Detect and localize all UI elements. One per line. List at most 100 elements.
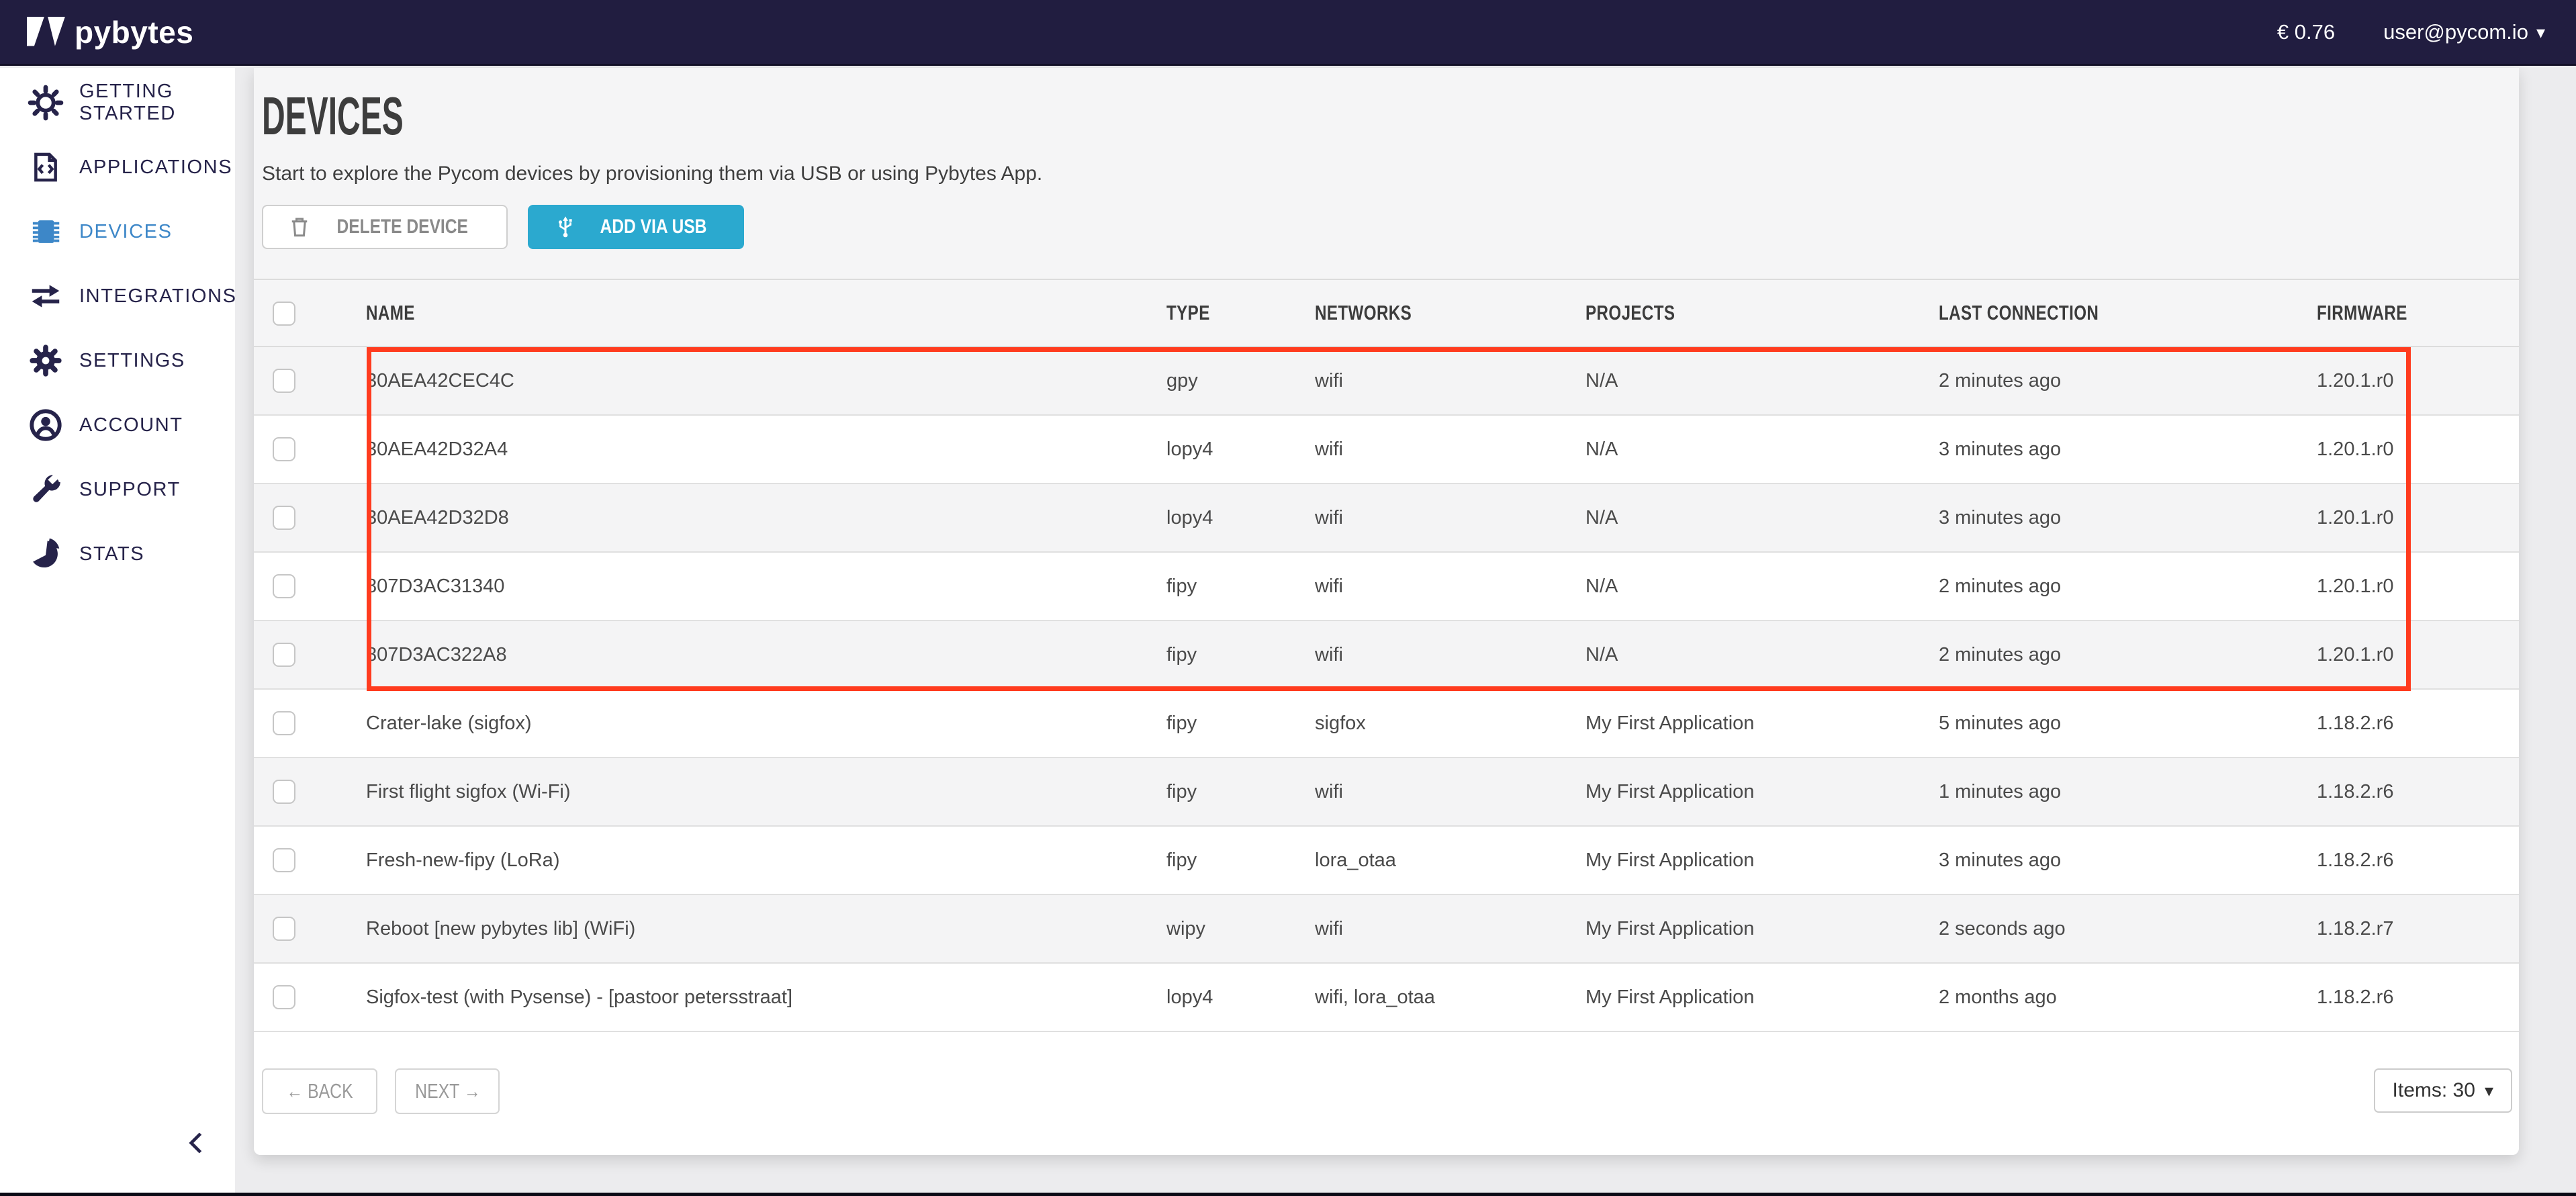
column-header-last-connection: LAST CONNECTION: [1939, 279, 2317, 347]
sidebar-collapse-button[interactable]: [173, 1119, 220, 1166]
user-menu[interactable]: user@pycom.io ▾: [2383, 20, 2545, 44]
cell-device-name: 807D3AC31340: [366, 552, 1166, 620]
logo-text: pybytes: [75, 14, 193, 50]
user-email: user@pycom.io: [2383, 20, 2528, 44]
items-per-page-dropdown[interactable]: Items: 30 ▾: [2374, 1068, 2512, 1113]
user-icon: [27, 406, 64, 444]
sidebar-item-label: INTEGRATIONS: [79, 285, 237, 308]
sidebar-item-settings[interactable]: SETTINGS: [0, 328, 235, 393]
cell-device-last-connection: 3 minutes ago: [1939, 826, 2317, 894]
sidebar-item-label: APPLICATIONS: [79, 156, 232, 179]
cell-device-firmware: 1.20.1.r0: [2317, 552, 2519, 620]
row-checkbox[interactable]: [273, 437, 295, 461]
device-row[interactable]: 807D3AC322A8 fipy wifi N/A 2 minutes ago…: [254, 620, 2519, 689]
cell-device-networks: wifi: [1315, 757, 1585, 826]
row-checkbox[interactable]: [273, 848, 295, 872]
cell-device-networks: wifi: [1315, 347, 1585, 415]
cell-device-type: fipy: [1166, 552, 1315, 620]
chip-icon: [27, 213, 64, 250]
cell-device-firmware: 1.18.2.r6: [2317, 826, 2519, 894]
cell-device-projects: N/A: [1585, 620, 1939, 689]
cell-device-projects: N/A: [1585, 484, 1939, 552]
sidebar-item-stats[interactable]: STATS: [0, 522, 235, 586]
device-row[interactable]: Sigfox-test (with Pysense) - [pastoor pe…: [254, 963, 2519, 1031]
column-header-type: TYPE: [1166, 279, 1315, 347]
cell-device-type: lopy4: [1166, 484, 1315, 552]
cell-device-networks: wifi: [1315, 415, 1585, 484]
row-checkbox[interactable]: [273, 369, 295, 393]
column-header-projects: PROJECTS: [1585, 279, 1939, 347]
cell-device-firmware: 1.20.1.r0: [2317, 484, 2519, 552]
devices-table: NAME TYPE NETWORKS PROJECTS LAST CONNECT…: [254, 279, 2519, 1032]
cell-device-type: gpy: [1166, 347, 1315, 415]
device-row[interactable]: Crater-lake (sigfox) fipy sigfox My Firs…: [254, 689, 2519, 757]
sun-icon: [27, 84, 64, 122]
cell-device-projects: N/A: [1585, 347, 1939, 415]
delete-device-button[interactable]: DELETE DEVICE: [262, 205, 508, 249]
cell-device-type: lopy4: [1166, 963, 1315, 1031]
row-checkbox[interactable]: [273, 917, 295, 941]
cell-device-last-connection: 3 minutes ago: [1939, 484, 2317, 552]
row-checkbox[interactable]: [273, 711, 295, 735]
cell-device-name: Sigfox-test (with Pysense) - [pastoor pe…: [366, 963, 1166, 1031]
page-header: DEVICES Start to explore the Pycom devic…: [254, 68, 2519, 279]
sidebar-item-label: SUPPORT: [79, 479, 181, 501]
cell-device-last-connection: 2 minutes ago: [1939, 620, 2317, 689]
column-header-name: NAME: [366, 279, 1166, 347]
cell-device-projects: My First Application: [1585, 826, 1939, 894]
device-row[interactable]: Fresh-new-fipy (LoRa) fipy lora_otaa My …: [254, 826, 2519, 894]
cell-device-name: Crater-lake (sigfox): [366, 689, 1166, 757]
sidebar-item-support[interactable]: SUPPORT: [0, 457, 235, 522]
sidebar-item-label: DEVICES: [79, 221, 173, 243]
cell-device-networks: lora_otaa: [1315, 826, 1585, 894]
column-header-networks: NETWORKS: [1315, 279, 1585, 347]
device-row[interactable]: 807D3AC31340 fipy wifi N/A 2 minutes ago…: [254, 552, 2519, 620]
cell-device-name: 30AEA42CEC4C: [366, 347, 1166, 415]
cell-device-name: First flight sigfox (Wi-Fi): [366, 757, 1166, 826]
cell-device-networks: wifi, lora_otaa: [1315, 963, 1585, 1031]
row-checkbox[interactable]: [273, 643, 295, 667]
top-navbar: pybytes € 0.76 user@pycom.io ▾: [0, 0, 2576, 66]
row-checkbox[interactable]: [273, 506, 295, 530]
pybytes-logo[interactable]: pybytes: [27, 14, 193, 50]
device-row[interactable]: Reboot [new pybytes lib] (WiFi) wipy wif…: [254, 894, 2519, 963]
cell-device-firmware: 1.18.2.r7: [2317, 894, 2519, 963]
device-row[interactable]: 30AEA42CEC4C gpy wifi N/A 2 minutes ago …: [254, 347, 2519, 415]
chevron-down-icon: ▾: [2536, 24, 2545, 41]
cell-device-last-connection: 5 minutes ago: [1939, 689, 2317, 757]
device-row[interactable]: First flight sigfox (Wi-Fi) fipy wifi My…: [254, 757, 2519, 826]
cell-device-last-connection: 2 months ago: [1939, 963, 2317, 1031]
row-checkbox[interactable]: [273, 985, 295, 1009]
sidebar-item-account[interactable]: ACCOUNT: [0, 393, 235, 457]
sidebar-item-devices[interactable]: DEVICES: [0, 199, 235, 264]
cell-device-networks: wifi: [1315, 484, 1585, 552]
cell-device-name: Reboot [new pybytes lib] (WiFi): [366, 894, 1166, 963]
cell-device-projects: My First Application: [1585, 689, 1939, 757]
cell-device-firmware: 1.18.2.r6: [2317, 757, 2519, 826]
sidebar-item-label: SETTINGS: [79, 350, 185, 372]
cell-device-firmware: 1.18.2.r6: [2317, 963, 2519, 1031]
devices-panel: DEVICES Start to explore the Pycom devic…: [254, 68, 2519, 1155]
sidebar-item-getting-started[interactable]: GETTING STARTED: [0, 71, 235, 135]
cell-device-firmware: 1.20.1.r0: [2317, 620, 2519, 689]
cell-device-firmware: 1.18.2.r6: [2317, 689, 2519, 757]
cell-device-name: 807D3AC322A8: [366, 620, 1166, 689]
next-button[interactable]: NEXT →: [395, 1068, 500, 1114]
sidebar-item-label: GETTING STARTED: [79, 81, 235, 125]
account-balance[interactable]: € 0.76: [2277, 20, 2335, 44]
usb-icon: [553, 215, 578, 239]
device-row[interactable]: 30AEA42D32D8 lopy4 wifi N/A 3 minutes ag…: [254, 484, 2519, 552]
row-checkbox[interactable]: [273, 574, 295, 598]
cell-device-type: lopy4: [1166, 415, 1315, 484]
row-checkbox[interactable]: [273, 780, 295, 804]
select-all-checkbox[interactable]: [273, 302, 295, 326]
device-row[interactable]: 30AEA42D32A4 lopy4 wifi N/A 3 minutes ag…: [254, 415, 2519, 484]
sidebar-item-label: STATS: [79, 543, 144, 565]
sidebar: GETTING STARTED APPLICATIONS: [0, 68, 235, 1193]
back-button[interactable]: ← BACK: [262, 1068, 377, 1114]
cell-device-projects: My First Application: [1585, 757, 1939, 826]
add-via-usb-button[interactable]: ADD VIA USB: [528, 205, 744, 249]
window-bottom-edge: [0, 1193, 2576, 1196]
sidebar-item-applications[interactable]: APPLICATIONS: [0, 135, 235, 199]
sidebar-item-integrations[interactable]: INTEGRATIONS: [0, 264, 235, 328]
